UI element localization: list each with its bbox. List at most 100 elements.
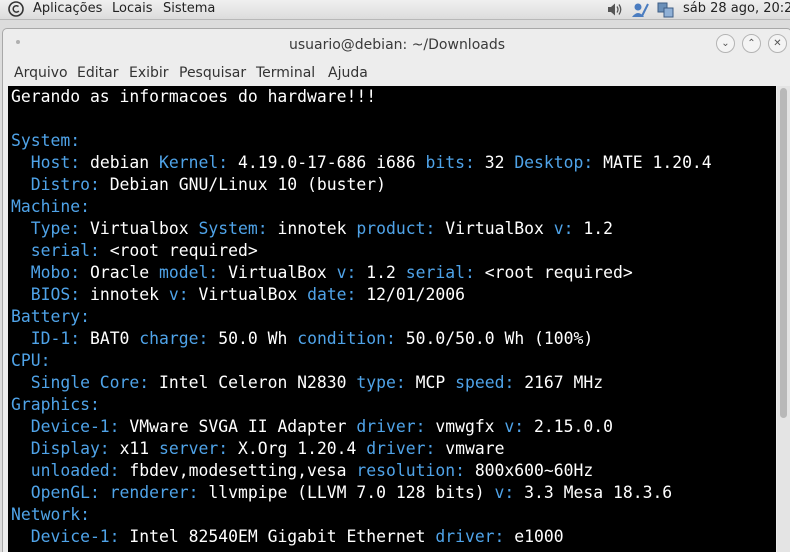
terminal-line: BIOS: innotek v: VirtualBox date: 12/01/… xyxy=(11,284,712,306)
menu-pesquisar[interactable]: Pesquisar xyxy=(179,65,246,81)
terminal-value: MATE 1.20.4 xyxy=(603,153,712,172)
terminal-line: Network: xyxy=(11,504,712,526)
maximize-button[interactable]: ⌃ xyxy=(742,34,761,53)
terminal-value: Debian GNU/Linux 10 (buster) xyxy=(109,175,386,194)
terminal-key: Machine: xyxy=(11,197,90,216)
terminal-value: VirtualBox xyxy=(445,219,554,238)
terminal-window: usuario@debian: ~/Downloads ⌄ ⌃ ✕ Arquiv… xyxy=(2,28,790,552)
terminal-key: driver: xyxy=(435,527,515,546)
terminal-key: serial: xyxy=(405,263,485,282)
terminal-output[interactable]: Gerando as informacoes do hardware!!! Sys… xyxy=(8,86,776,552)
terminal-key: serial: xyxy=(11,241,110,260)
terminal-key: Single Core: xyxy=(11,373,160,392)
terminal-value: Gerando as informacoes do hardware!!! xyxy=(11,87,377,106)
terminal-value: Intel 82540EM Gigabit Ethernet xyxy=(129,527,436,546)
close-button[interactable]: ✕ xyxy=(768,34,787,53)
terminal-key: System: xyxy=(11,131,81,150)
terminal-line: Type: Virtualbox System: innotek product… xyxy=(11,218,712,240)
terminal-line: Single Core: Intel Celeron N2830 type: M… xyxy=(11,372,712,394)
terminal-value: 800x600~60Hz xyxy=(474,461,594,480)
menu-exibir[interactable]: Exibir xyxy=(129,65,169,81)
top-panel: Aplicações Locais Sistema sáb 28 ago, 20… xyxy=(0,0,790,20)
terminal-value: 4.19.0-17-686 i686 xyxy=(237,153,426,172)
terminal-key: Battery: xyxy=(11,307,90,326)
terminal-key: driver: xyxy=(366,439,446,458)
terminal-value: <root required> xyxy=(109,241,258,260)
menu-editar[interactable]: Editar xyxy=(77,65,118,81)
menu-arquivo[interactable]: Arquivo xyxy=(14,65,68,81)
menu-aplicacoes[interactable]: Aplicações xyxy=(33,1,102,16)
terminal-key: charge: xyxy=(139,329,219,348)
terminal-value: llvmpipe (LLVM 7.0 128 bits) xyxy=(208,483,495,502)
terminal-key: Type: xyxy=(11,219,90,238)
menu-locais[interactable]: Locais xyxy=(112,1,152,16)
terminal-line: OpenGL: renderer: llvmpipe (LLVM 7.0 128… xyxy=(11,482,712,504)
terminal-key: OpenGL: xyxy=(11,483,110,502)
terminal-line: Machine: xyxy=(11,196,712,218)
terminal-value: debian xyxy=(89,153,160,172)
terminal-key: bits: xyxy=(425,153,485,172)
terminal-value: Virtualbox xyxy=(89,219,199,238)
terminal-key: model: xyxy=(159,263,229,282)
terminal-value: Oracle xyxy=(89,263,160,282)
terminal-line: Graphics: xyxy=(11,394,712,416)
terminal-lines: Gerando as informacoes do hardware!!! Sys… xyxy=(11,86,712,548)
terminal-value: fbdev,modesetting,vesa xyxy=(129,461,357,480)
terminal-line: Mobo: Oracle model: VirtualBox v: 1.2 se… xyxy=(11,262,712,284)
minimize-button[interactable]: ⌄ xyxy=(716,34,735,53)
terminal-value: 1.2 xyxy=(583,219,614,238)
terminal-key: date: xyxy=(307,285,367,304)
titlebar[interactable]: usuario@debian: ~/Downloads ⌄ ⌃ ✕ xyxy=(3,29,790,63)
terminal-key: condition: xyxy=(297,329,406,348)
terminal-key: Device-1: xyxy=(11,527,130,546)
network-icon[interactable] xyxy=(656,2,676,18)
terminal-line: Distro: Debian GNU/Linux 10 (buster) xyxy=(11,174,712,196)
terminal-key: v: xyxy=(336,263,367,282)
terminal-key: type: xyxy=(356,373,416,392)
terminal-line: System: xyxy=(11,130,712,152)
menu-terminal[interactable]: Terminal xyxy=(256,65,315,81)
terminal-value: x11 xyxy=(119,439,160,458)
terminal-key: Host: xyxy=(11,153,90,172)
scrollbar-thumb[interactable] xyxy=(780,88,787,418)
menu-ajuda[interactable]: Ajuda xyxy=(328,65,368,81)
terminal-value: innotek xyxy=(89,285,169,304)
terminal-line: Device-1: VMware SVGA II Adapter driver:… xyxy=(11,416,712,438)
speaker-icon[interactable] xyxy=(606,2,624,17)
terminal-value: <root required> xyxy=(484,263,633,282)
menubar: Arquivo Editar Exibir Pesquisar Terminal… xyxy=(3,63,790,85)
terminal-value: BAT0 xyxy=(89,329,140,348)
terminal-value: 3.3 Mesa 18.3.6 xyxy=(524,483,673,502)
terminal-value: X.Org 1.20.4 xyxy=(238,439,367,458)
terminal-key: server: xyxy=(159,439,238,458)
terminal-key: driver: xyxy=(356,417,436,436)
terminal-key: unloaded: xyxy=(11,461,130,480)
terminal-key: product: xyxy=(356,219,446,238)
terminal-value: 12/01/2006 xyxy=(366,285,465,304)
terminal-line: Battery: xyxy=(11,306,712,328)
terminal-key: ID-1: xyxy=(11,329,90,348)
user-switch-icon[interactable] xyxy=(630,2,650,18)
terminal-key: v: xyxy=(504,417,535,436)
terminal-key: v: xyxy=(168,285,199,304)
terminal-key: BIOS: xyxy=(11,285,90,304)
terminal-line: Display: x11 server: X.Org 1.20.4 driver… xyxy=(11,438,712,460)
terminal-key: System: xyxy=(198,219,278,238)
terminal-value: VMware SVGA II Adapter xyxy=(129,417,357,436)
terminal-value: Intel Celeron N2830 xyxy=(159,373,357,392)
menu-sistema[interactable]: Sistema xyxy=(163,1,215,16)
terminal-key: Device-1: xyxy=(11,417,130,436)
terminal-value: vmwgfx xyxy=(435,417,505,436)
terminal-line: unloaded: fbdev,modesetting,vesa resolut… xyxy=(11,460,712,482)
terminal-value: innotek xyxy=(277,219,357,238)
terminal-line: Gerando as informacoes do hardware!!! xyxy=(11,86,712,108)
scrollbar[interactable] xyxy=(777,86,790,552)
terminal-value: MCP xyxy=(415,373,456,392)
terminal-key: Display: xyxy=(11,439,120,458)
terminal-value: 50.0/50.0 Wh (100%) xyxy=(405,329,594,348)
clock[interactable]: sáb 28 ago, 20:2 xyxy=(683,1,790,16)
terminal-line: Device-1: Intel 82540EM Gigabit Ethernet… xyxy=(11,526,712,548)
debian-logo-icon[interactable] xyxy=(8,1,24,17)
terminal-key: Kernel: xyxy=(159,153,238,172)
